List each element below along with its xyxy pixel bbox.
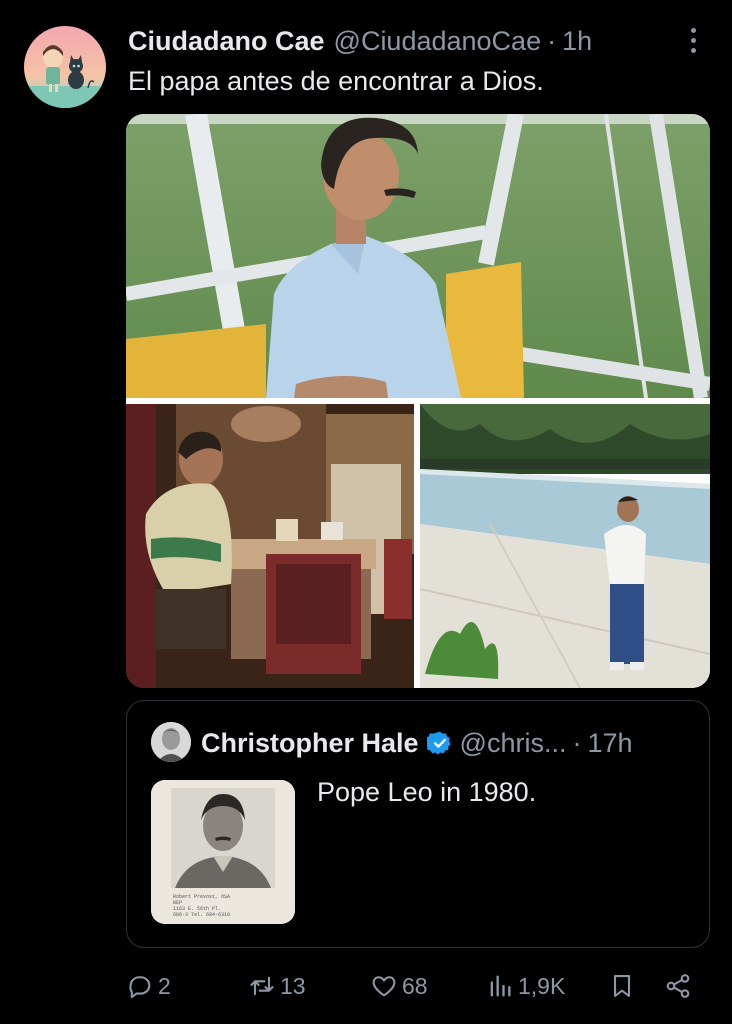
quoted-media-thumbnail[interactable]: Robert Prevost, OSA BEP 1163 E. 56th Pl.…: [151, 780, 295, 924]
tweet-header: Ciudadano Cae @CiudadanoCae · 1h: [128, 24, 592, 58]
tweet-time[interactable]: 1h: [562, 26, 592, 57]
quoted-tweet[interactable]: Christopher Hale @chris... · 17h Robert …: [126, 700, 710, 948]
quoted-author-name[interactable]: Christopher Hale: [201, 728, 419, 759]
quoted-separator-dot: ·: [572, 727, 582, 758]
bookmark-button[interactable]: [608, 966, 636, 1006]
reply-icon: [129, 976, 151, 999]
author-handle[interactable]: @CiudadanoCae: [334, 26, 542, 57]
quoted-tweet-text: Pope Leo in 1980.: [317, 777, 537, 807]
reply-button[interactable]: 2: [126, 966, 171, 1006]
views-count: 1,9K: [518, 972, 566, 999]
more-options-icon[interactable]: [686, 28, 700, 58]
quoted-header: Christopher Hale @chris... · 17h: [201, 725, 633, 761]
heart-icon: [372, 976, 396, 997]
author-avatar[interactable]: [24, 26, 106, 108]
tweet-actions: 2 13 68 1,9K: [126, 966, 726, 1006]
quoted-time[interactable]: 17h: [587, 728, 632, 759]
bookmark-icon: [613, 975, 631, 997]
quoted-author-avatar[interactable]: [151, 722, 191, 762]
media-image-2[interactable]: [126, 404, 414, 688]
repost-count: 13: [280, 972, 306, 999]
tweet-text: El papa antes de encontrar a Dios.: [128, 66, 544, 96]
repost-icon: [250, 976, 274, 996]
media-grid[interactable]: [126, 114, 710, 688]
views-chart-icon: [490, 975, 511, 997]
separator-dot: ·: [547, 25, 557, 56]
views-button[interactable]: 1,9K: [486, 966, 565, 1006]
repost-button[interactable]: 13: [248, 966, 306, 1006]
media-image-3[interactable]: [420, 404, 710, 688]
quoted-author-handle[interactable]: @chris...: [460, 728, 567, 759]
author-name[interactable]: Ciudadano Cae: [128, 26, 325, 57]
like-count: 68: [402, 972, 428, 999]
share-button[interactable]: [664, 966, 692, 1006]
reply-count: 2: [158, 972, 171, 999]
media-image-1[interactable]: [126, 114, 710, 398]
share-icon: [666, 974, 690, 998]
like-button[interactable]: 68: [370, 966, 428, 1006]
verified-badge-icon: [426, 731, 451, 755]
svg-text:606-3 Tel. 684-6310: 606-3 Tel. 684-6310: [173, 912, 230, 918]
